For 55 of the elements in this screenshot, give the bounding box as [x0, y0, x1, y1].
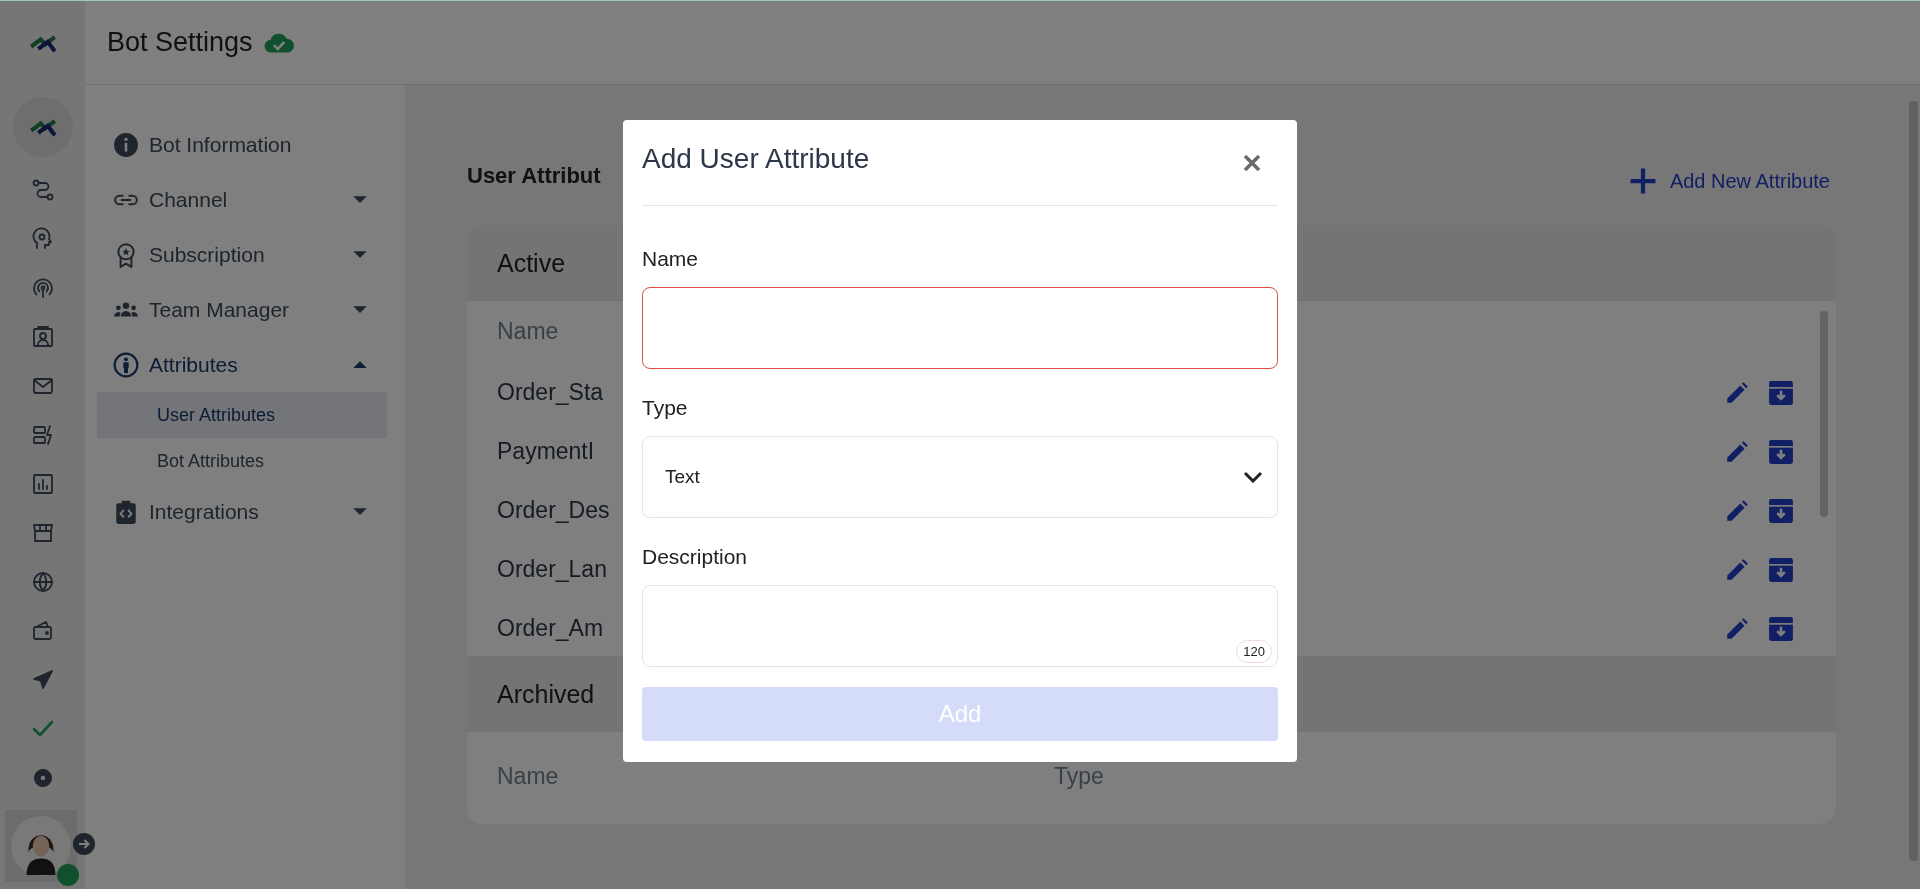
- person-circle-icon: [113, 351, 139, 378]
- signal-icon[interactable]: [30, 275, 55, 300]
- select-field[interactable]: Text: [642, 436, 1278, 518]
- nav-subitem[interactable]: User Attributes: [97, 392, 387, 438]
- globe-icon[interactable]: [30, 569, 55, 594]
- nav-item[interactable]: Subscription: [97, 227, 387, 282]
- field-label: Type: [642, 395, 689, 421]
- arrow-right-icon[interactable]: [72, 832, 96, 856]
- nav-item[interactable]: Integrations: [97, 484, 387, 539]
- archive-icon[interactable]: [1768, 497, 1794, 524]
- column-header: Name: [497, 762, 560, 790]
- table-cell: Order_Am: [497, 615, 604, 642]
- section-title: Active: [497, 248, 566, 278]
- code-clipboard-icon: [113, 498, 139, 525]
- section-heading: User Attribut: [467, 163, 601, 189]
- archive-icon[interactable]: [1768, 615, 1794, 642]
- route-icon[interactable]: [30, 177, 55, 202]
- dialog-title: Add User Attribute: [642, 142, 870, 175]
- edit-icon[interactable]: [1724, 615, 1750, 642]
- archive-icon[interactable]: [1768, 379, 1794, 406]
- send-icon[interactable]: [30, 667, 55, 692]
- flash-card-icon[interactable]: [30, 422, 55, 447]
- section-title: Archived: [497, 679, 595, 709]
- archive-icon[interactable]: [1768, 438, 1794, 465]
- wallet-icon[interactable]: [30, 618, 55, 643]
- text-area[interactable]: 120: [642, 585, 1278, 667]
- info-icon: [113, 131, 139, 158]
- close-icon[interactable]: [1242, 152, 1262, 173]
- chevron-down-icon: [1243, 471, 1263, 483]
- bar-chart-icon[interactable]: [30, 471, 55, 496]
- edit-icon[interactable]: [1724, 438, 1750, 465]
- nav-item[interactable]: Attributes: [97, 337, 387, 392]
- column-header: Type: [1054, 762, 1105, 790]
- field-label: Name: [642, 246, 700, 272]
- input-field[interactable]: [642, 287, 1278, 369]
- table-cell: Order_Sta: [497, 379, 604, 406]
- head-gear-icon[interactable]: [30, 226, 55, 251]
- nav-subitem[interactable]: Bot Attributes: [97, 438, 387, 484]
- edit-icon[interactable]: [1724, 379, 1750, 406]
- person-icon: [10, 815, 72, 877]
- archive-icon[interactable]: [1768, 556, 1794, 583]
- table-cell: Order_Lan: [497, 556, 607, 583]
- table-cell: Order_Des: [497, 497, 610, 524]
- add-attribute-button[interactable]: Add New Attribute: [1627, 166, 1830, 196]
- page-title: Bot Settings: [107, 27, 253, 58]
- field-label: Description: [642, 544, 749, 570]
- edit-icon[interactable]: [1724, 556, 1750, 583]
- column-header: Name: [497, 317, 560, 345]
- nav-item[interactable]: Team Manager: [97, 282, 387, 337]
- nav-item[interactable]: Channel: [97, 172, 387, 227]
- scrollbar[interactable]: [1820, 311, 1828, 517]
- id-card-icon[interactable]: [30, 324, 55, 349]
- nav-item[interactable]: Bot Information: [97, 117, 387, 172]
- table-cell: PaymentI: [497, 438, 595, 465]
- edit-icon[interactable]: [1724, 497, 1750, 524]
